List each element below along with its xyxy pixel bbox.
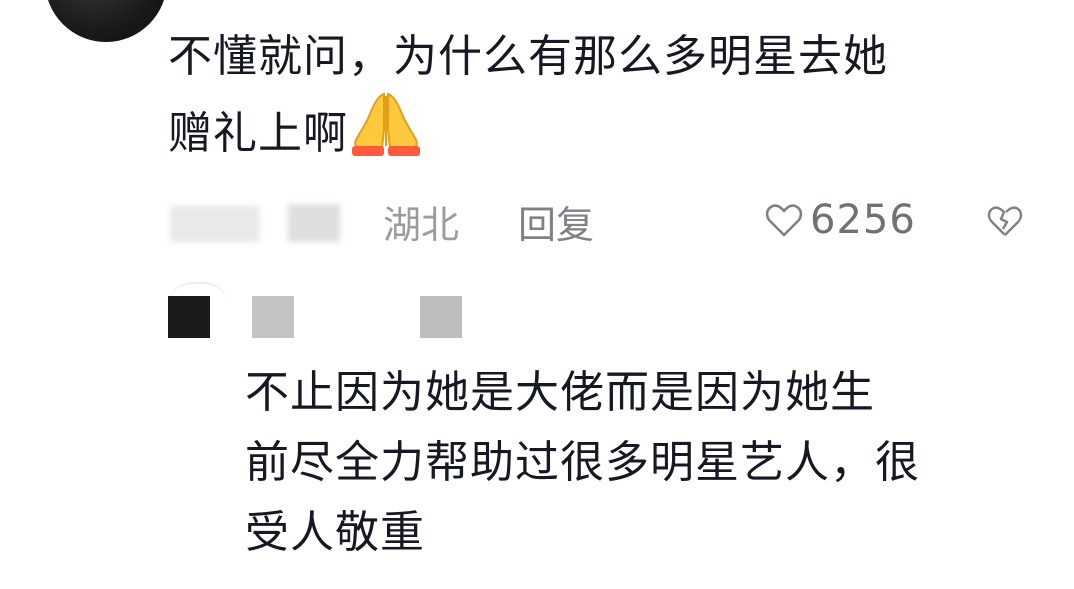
comment-text-line-2: 赠礼上啊	[168, 90, 1028, 167]
commenter-avatar[interactable]	[45, 0, 167, 42]
folded-hands-icon	[352, 92, 420, 156]
reply-text: 不止因为她是大佬而是因为她生 前尽全力帮助过很多明星艺人，很 受人敬重	[245, 358, 1045, 568]
comment-location: 湖北	[383, 203, 460, 247]
broken-heart-icon[interactable]	[986, 202, 1024, 240]
comment-meta-row: 湖北 回复 6256	[168, 190, 1048, 252]
mosaic-username-block-2	[252, 296, 294, 338]
comment-text-line-2-text: 赠礼上啊	[168, 108, 348, 159]
mosaic-username-block-3	[420, 296, 462, 338]
reply-text-line-3: 受人敬重	[245, 507, 425, 558]
heart-outline-icon	[765, 204, 803, 237]
like-count: 6256	[810, 197, 916, 243]
blurred-timestamp-2	[288, 204, 340, 242]
reply-text-line-2: 前尽全力帮助过很多明星艺人，很	[245, 437, 920, 488]
comment-text: 不懂就问，为什么有那么多明星去她 赠礼上啊	[168, 24, 1028, 167]
comment-text-line-1: 不懂就问，为什么有那么多明星去她	[168, 31, 888, 82]
reply-text-line-1: 不止因为她是大佬而是因为她生	[245, 367, 875, 418]
reply-button[interactable]: 回复	[518, 194, 594, 249]
mosaic-username-block-1	[168, 296, 210, 338]
like-button[interactable]: 6256	[764, 194, 916, 246]
blurred-timestamp	[170, 206, 260, 242]
